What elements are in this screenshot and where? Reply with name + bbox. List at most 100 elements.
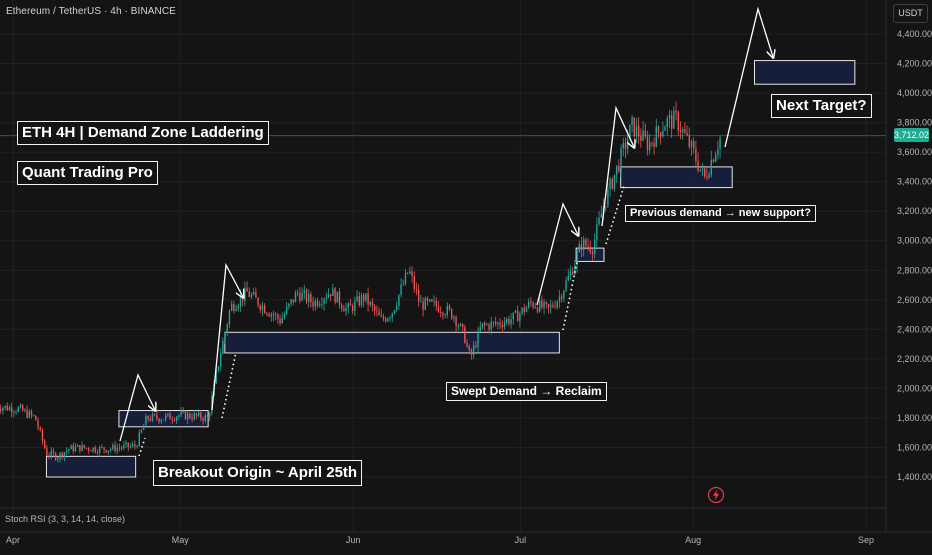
candle-body [686, 132, 688, 136]
y-tick-label: 4,200.00 [897, 59, 932, 69]
candle-body [6, 405, 8, 411]
candle-body [464, 327, 466, 344]
price-chart[interactable]: 1,400.00 1,600.00 1,800.00 2,000.00 2,200.00… [0, 0, 932, 550]
candle-body [17, 407, 19, 412]
candle-body [178, 415, 180, 418]
candle-body [424, 298, 426, 310]
lightning-bolt-icon[interactable] [707, 486, 725, 504]
candle-body [618, 165, 620, 172]
candle-body [175, 417, 178, 421]
candle-body [74, 446, 77, 452]
candle-body [719, 137, 721, 150]
candle-body [233, 303, 235, 311]
candle-body [455, 316, 457, 327]
candle-body [684, 129, 686, 133]
candle-body [90, 450, 92, 452]
candle-body [167, 413, 169, 416]
candle-body [96, 452, 99, 453]
x-tick-label: May [172, 535, 190, 545]
candle-body [63, 452, 66, 458]
candle-body [556, 301, 558, 308]
candle-body [466, 343, 468, 346]
candle-body [640, 136, 642, 141]
candle-body [560, 296, 563, 299]
candle-body [607, 188, 609, 207]
candle-body [250, 294, 253, 297]
chart-title-annotation: ETH 4H | Demand Zone Laddering [17, 121, 269, 145]
candle-body [516, 310, 519, 322]
stoch-rsi-label[interactable]: Stoch RSI (3, 3, 14, 14, close) [5, 514, 125, 524]
candle-body [299, 292, 301, 301]
candle-body [549, 304, 552, 308]
candle-body [668, 115, 671, 119]
candle-body [336, 291, 338, 303]
candle-body [497, 322, 499, 324]
candle-body [116, 447, 118, 452]
currency-button[interactable]: USDT [893, 4, 928, 23]
candle-body [169, 413, 171, 420]
candle-body [72, 445, 74, 452]
candle-body [380, 315, 382, 317]
candle-body [699, 169, 701, 171]
candle-body [415, 288, 418, 291]
candle-body [142, 425, 145, 430]
candle-body [103, 447, 105, 451]
candle-body [457, 325, 459, 327]
candle-body [274, 314, 277, 316]
candle-body [448, 306, 451, 310]
candle-body [228, 310, 231, 325]
candle-body [679, 130, 682, 133]
candle-body [125, 442, 127, 445]
candle-body [373, 305, 376, 311]
previous-demand-annotation: Previous demand → new support? [625, 205, 816, 222]
candle-body [156, 414, 158, 419]
candle-body [255, 292, 257, 298]
candle-body [303, 290, 305, 293]
candle-body [387, 318, 389, 322]
candle-body [217, 366, 220, 371]
candle-body [362, 295, 365, 301]
candle-body [391, 313, 393, 318]
candle-body [578, 244, 580, 253]
candle-body [659, 132, 662, 137]
candle-body [343, 308, 345, 312]
candle-body [677, 112, 679, 131]
candle-body [151, 414, 154, 421]
y-tick-label: 4,400.00 [897, 29, 932, 39]
candle-body [633, 117, 635, 137]
candle-body [596, 224, 598, 240]
candle-body [153, 414, 156, 415]
candle-body [475, 345, 477, 348]
candle-body [290, 299, 292, 304]
candle-body [272, 314, 275, 316]
candle-body [703, 168, 706, 177]
candle-body [127, 442, 129, 448]
chart-area[interactable]: 1,400.00 1,600.00 1,800.00 2,000.00 2,200.00… [0, 0, 932, 550]
candle-body [277, 314, 279, 319]
next-target-annotation: Next Target? [771, 94, 872, 118]
candle-body [477, 330, 479, 348]
candle-body [81, 444, 83, 451]
candle-body [347, 303, 349, 308]
candle-body [611, 179, 613, 189]
demand-zone [620, 166, 733, 189]
candle-body [162, 419, 165, 421]
candle-body [98, 446, 101, 453]
candle-body [417, 290, 420, 302]
candle-body [200, 412, 202, 419]
candle-body [591, 251, 594, 254]
candle-body [653, 142, 655, 147]
candle-body [609, 179, 611, 189]
candle-body [642, 130, 644, 141]
candle-body [118, 447, 121, 449]
candle-body [52, 450, 55, 454]
candle-body [19, 405, 22, 408]
candle-body [94, 447, 96, 453]
candle-body [479, 327, 481, 331]
candle-body [24, 409, 26, 411]
candle-body [266, 313, 268, 315]
candle-body [129, 445, 132, 448]
candle-body [301, 292, 303, 301]
candle-body [307, 293, 310, 302]
candle-body [349, 303, 352, 306]
